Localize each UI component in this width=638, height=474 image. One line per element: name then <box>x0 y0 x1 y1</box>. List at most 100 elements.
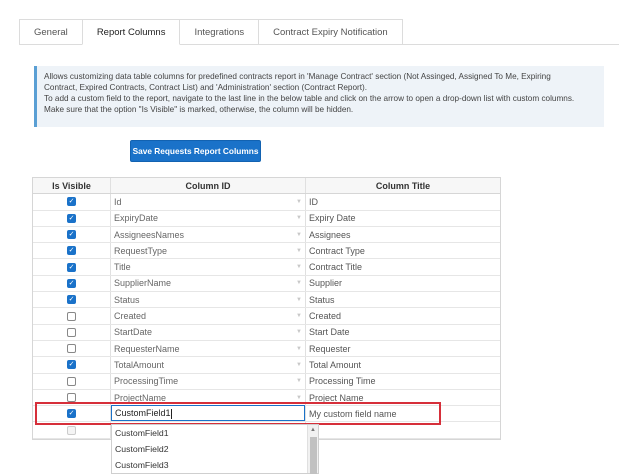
table-row[interactable]: SupplierName ▼ Supplier <box>33 275 500 293</box>
custom-column-dropdown[interactable]: CustomField1 CustomField2 CustomField3 ▲ <box>111 424 319 474</box>
dropdown-arrow-icon[interactable]: ▼ <box>296 362 302 368</box>
column-id-cell[interactable]: TotalAmount ▼ <box>111 357 306 373</box>
save-report-columns-button[interactable]: Save Requests Report Columns <box>130 140 261 162</box>
is-visible-checkbox[interactable] <box>67 295 76 305</box>
dropdown-option[interactable]: CustomField1 <box>112 425 318 441</box>
tab-bar: General Report Columns Integrations Cont… <box>19 19 403 45</box>
is-visible-checkbox[interactable] <box>67 213 76 223</box>
is-visible-cell <box>33 243 111 259</box>
table-row[interactable]: RequestType ▼ Contract Type <box>33 243 500 260</box>
table-row[interactable]: TotalAmount ▼ Total Amount <box>33 357 500 374</box>
header-is-visible[interactable]: Is Visible <box>33 178 111 194</box>
dropdown-option[interactable]: CustomField3 <box>112 457 318 473</box>
is-visible-cell <box>33 275 111 292</box>
is-visible-checkbox[interactable] <box>67 376 76 386</box>
column-title-cell[interactable]: Contract Title <box>306 259 500 274</box>
is-visible-cell <box>33 259 111 275</box>
table-row[interactable]: Title ▼ Contract Title <box>33 259 500 276</box>
is-visible-checkbox[interactable] <box>67 393 76 402</box>
scrollbar-thumb[interactable] <box>310 437 317 474</box>
is-visible-cell <box>33 340 111 357</box>
column-id-cell[interactable]: RequestType ▼ <box>111 243 306 259</box>
column-id-cell[interactable]: Created ▼ <box>111 308 306 324</box>
dropdown-scrollbar[interactable]: ▲ <box>307 425 318 474</box>
column-id-editor-value: CustomField1 <box>115 408 171 418</box>
dropdown-arrow-icon[interactable]: ▼ <box>296 280 302 286</box>
dropdown-arrow-icon[interactable]: ▼ <box>296 313 302 319</box>
scroll-up-icon[interactable]: ▲ <box>310 427 316 433</box>
column-title-cell[interactable]: Contract Type <box>306 243 500 258</box>
table-row[interactable]: StartDate ▼ Start Date <box>33 324 500 341</box>
column-title-cell[interactable]: Processing Time <box>306 374 500 389</box>
is-visible-checkbox[interactable] <box>67 197 76 207</box>
info-line: To add a custom field to the report, nav… <box>44 94 575 104</box>
column-id-cell[interactable]: ProcessingTime ▼ <box>111 373 306 389</box>
column-title-cell[interactable]: ID <box>306 194 500 209</box>
column-id-value: Title <box>114 262 131 273</box>
is-visible-checkbox[interactable] <box>67 425 76 435</box>
column-title-cell[interactable]: Start Date <box>306 325 500 340</box>
dropdown-arrow-icon[interactable]: ▼ <box>296 199 302 205</box>
table-row[interactable]: ProcessingTime ▼ Processing Time <box>33 373 500 390</box>
is-visible-cell <box>33 308 111 324</box>
header-column-id[interactable]: Column ID <box>111 178 306 194</box>
is-visible-cell <box>33 373 111 389</box>
info-panel: Allows customizing data table columns fo… <box>34 66 604 127</box>
dropdown-arrow-icon[interactable]: ▼ <box>296 329 302 335</box>
is-visible-cell <box>33 210 111 226</box>
dropdown-arrow-icon[interactable]: ▼ <box>296 264 302 270</box>
is-visible-checkbox[interactable] <box>67 311 76 321</box>
info-line: Contract, Expired Contracts, Contract Li… <box>44 83 368 93</box>
column-title-cell[interactable]: Expiry Date <box>306 211 500 226</box>
column-id-value: ProcessingTime <box>114 376 179 387</box>
column-id-value: TotalAmount <box>114 359 165 370</box>
column-id-cell[interactable]: Id ▼ <box>111 194 306 210</box>
column-id-cell[interactable]: Title ▼ <box>111 259 306 275</box>
table-row[interactable]: Status ▼ Status <box>33 292 500 309</box>
column-title-cell[interactable]: Total Amount <box>306 357 500 372</box>
is-visible-checkbox[interactable] <box>67 344 76 354</box>
info-line: Allows customizing data table columns fo… <box>44 72 551 81</box>
column-id-cell[interactable]: RequesterName ▼ <box>111 340 306 357</box>
tab-general[interactable]: General <box>19 19 83 45</box>
column-id-cell[interactable]: StartDate ▼ <box>111 324 306 340</box>
table-row[interactable]: AssigneesNames ▼ Assignees <box>33 226 500 244</box>
dropdown-arrow-icon[interactable]: ▼ <box>296 297 302 303</box>
tab-integrations[interactable]: Integrations <box>179 19 260 45</box>
column-title-cell[interactable]: Requester <box>306 341 500 356</box>
column-title-cell[interactable]: Created <box>306 308 500 323</box>
is-visible-checkbox[interactable] <box>67 278 76 288</box>
table-row[interactable]: RequesterName ▼ Requester <box>33 340 500 358</box>
table-row[interactable]: Id ▼ ID <box>33 194 500 211</box>
column-id-value: RequesterName <box>114 343 180 354</box>
table-row[interactable]: Created ▼ Created <box>33 308 500 325</box>
is-visible-checkbox[interactable] <box>67 262 76 272</box>
dropdown-arrow-icon[interactable]: ▼ <box>296 215 302 221</box>
column-id-value: SupplierName <box>114 278 172 289</box>
dropdown-arrow-icon[interactable]: ▼ <box>296 395 302 401</box>
is-visible-checkbox[interactable] <box>67 246 76 256</box>
tab-contract-expiry-notification[interactable]: Contract Expiry Notification <box>258 19 403 45</box>
is-visible-cell <box>33 324 111 340</box>
dropdown-arrow-icon[interactable]: ▼ <box>296 378 302 384</box>
column-id-cell[interactable]: ExpiryDate ▼ <box>111 210 306 226</box>
columns-grid: Is Visible Column ID Column Title Id▼IDE… <box>32 177 501 440</box>
is-visible-checkbox[interactable] <box>67 327 76 337</box>
column-title-cell[interactable]: Supplier <box>306 276 500 291</box>
table-row[interactable]: ExpiryDate ▼ Expiry Date <box>33 210 500 227</box>
tab-report-columns[interactable]: Report Columns <box>81 19 181 45</box>
column-id-editor[interactable]: CustomField1 <box>111 405 305 421</box>
dropdown-arrow-icon[interactable]: ▼ <box>296 346 302 352</box>
header-column-title[interactable]: Column Title <box>306 178 500 193</box>
column-id-cell[interactable]: AssigneesNames ▼ <box>111 226 306 243</box>
column-title-cell[interactable]: Assignees <box>306 227 500 242</box>
info-line: Make sure that the option "Is Visible" i… <box>44 105 354 115</box>
dropdown-arrow-icon[interactable]: ▼ <box>296 232 302 238</box>
dropdown-arrow-icon[interactable]: ▼ <box>296 248 302 254</box>
is-visible-checkbox[interactable] <box>67 230 76 240</box>
column-title-cell[interactable]: Status <box>306 292 500 307</box>
column-id-cell[interactable]: Status ▼ <box>111 292 306 308</box>
is-visible-checkbox[interactable] <box>67 360 76 370</box>
dropdown-option[interactable]: CustomField2 <box>112 441 318 457</box>
column-id-cell[interactable]: SupplierName ▼ <box>111 275 306 292</box>
